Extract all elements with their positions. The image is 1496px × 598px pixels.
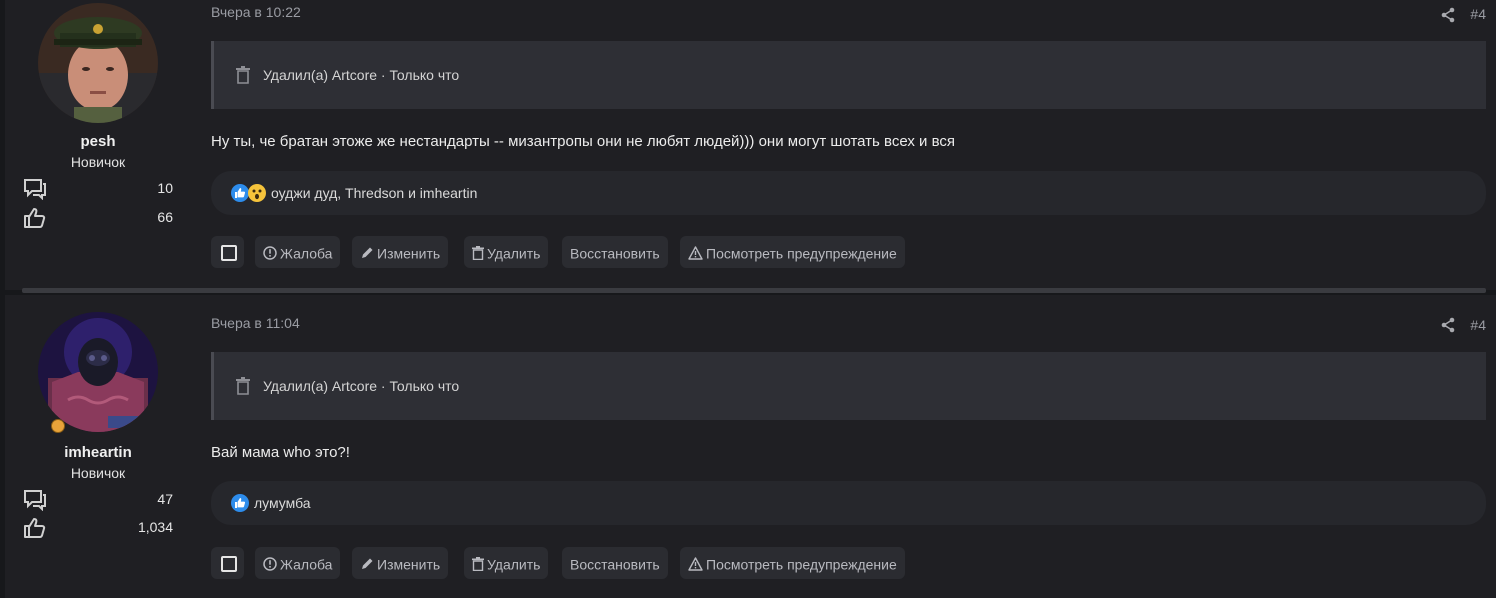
deleted-notice: Удалил(а) Artcore · Только что bbox=[211, 352, 1486, 420]
restore-button[interactable]: Восстановить bbox=[562, 547, 668, 579]
report-icon bbox=[263, 246, 277, 261]
report-button[interactable]: Жалоба bbox=[255, 547, 341, 579]
messages-count: 47 bbox=[157, 491, 173, 507]
warning-icon bbox=[688, 246, 703, 260]
post-actions: Жалоба Изменить Удалить Восстановить Пос… bbox=[211, 236, 931, 268]
reactions-count: 66 bbox=[157, 209, 173, 225]
messages-stat: 10 bbox=[23, 178, 173, 200]
post-time[interactable]: Вчера в 10:22 bbox=[211, 4, 301, 20]
trash-icon bbox=[236, 66, 250, 84]
trash-icon bbox=[472, 246, 484, 261]
reactions-users[interactable]: оуджи дуд, Thredson и imheartin bbox=[271, 185, 477, 201]
like-icon bbox=[231, 494, 249, 512]
edit-button[interactable]: Изменить bbox=[352, 236, 449, 268]
user-rank: Новичок bbox=[70, 465, 126, 481]
user-info: pesh Новичок 10 66 bbox=[5, 0, 195, 290]
messages-stat: 47 bbox=[23, 489, 173, 511]
post-time[interactable]: Вчера в 11:04 bbox=[211, 315, 300, 331]
post-number[interactable]: #4 bbox=[1470, 6, 1486, 22]
messages-icon bbox=[24, 490, 46, 511]
messages-icon bbox=[24, 179, 46, 200]
view-warning-button[interactable]: Посмотреть предупреждение bbox=[680, 236, 905, 268]
deleted-notice: Удалил(а) Artcore · Только что bbox=[211, 41, 1486, 109]
delete-button[interactable]: Удалить bbox=[464, 547, 549, 579]
avatar[interactable] bbox=[38, 3, 158, 123]
thumbs-up-icon bbox=[24, 518, 46, 538]
post-content: Вчера в 10:22 #4 Удалил(а) Artcore · Тол… bbox=[211, 0, 1496, 290]
post-content: Вчера в 11:04 #4 Удалил(а) Artcore · Тол… bbox=[211, 295, 1496, 598]
medal-icon bbox=[51, 419, 65, 433]
wow-icon bbox=[248, 184, 266, 202]
pencil-icon bbox=[362, 558, 373, 570]
share-icon[interactable] bbox=[1440, 7, 1456, 23]
post: imheartin Новичок 47 1,034 Вчера в 11:04… bbox=[5, 295, 1496, 598]
trash-icon bbox=[236, 377, 250, 395]
thumbs-up-icon bbox=[24, 208, 46, 228]
select-checkbox[interactable] bbox=[211, 547, 244, 579]
reactions-stat: 1,034 bbox=[23, 517, 173, 539]
deleted-text: Удалил(а) Artcore · Только что bbox=[263, 378, 460, 394]
post-actions: Жалоба Изменить Удалить Восстановить Пос… bbox=[211, 547, 931, 579]
post-number[interactable]: #4 bbox=[1470, 317, 1486, 333]
post: pesh Новичок 10 66 Вчера в 10:22 #4 Удал… bbox=[5, 0, 1496, 290]
post-divider bbox=[22, 288, 1486, 293]
reactions-users[interactable]: лумумба bbox=[254, 495, 311, 511]
user-rank: Новичок bbox=[70, 154, 126, 170]
view-warning-button[interactable]: Посмотреть предупреждение bbox=[680, 547, 905, 579]
trash-icon bbox=[472, 557, 484, 572]
username[interactable]: pesh bbox=[5, 133, 191, 150]
deleted-text: Удалил(а) Artcore · Только что bbox=[263, 67, 460, 83]
report-icon bbox=[263, 557, 277, 572]
pencil-icon bbox=[362, 247, 373, 259]
messages-count: 10 bbox=[157, 180, 173, 196]
reactions-bar[interactable]: оуджи дуд, Thredson и imheartin bbox=[211, 171, 1486, 215]
edit-button[interactable]: Изменить bbox=[352, 547, 449, 579]
user-info: imheartin Новичок 47 1,034 bbox=[5, 295, 195, 598]
reactions-stat: 66 bbox=[23, 207, 173, 229]
warning-icon bbox=[688, 557, 703, 571]
restore-button[interactable]: Восстановить bbox=[562, 236, 668, 268]
like-icon bbox=[231, 184, 249, 202]
reactions-bar[interactable]: лумумба bbox=[211, 481, 1486, 525]
username[interactable]: imheartin bbox=[5, 444, 191, 461]
message-body: Ну ты, че братан этоже же нестандарты --… bbox=[211, 133, 955, 150]
select-checkbox[interactable] bbox=[211, 236, 244, 268]
share-icon[interactable] bbox=[1440, 317, 1456, 333]
reactions-count: 1,034 bbox=[137, 519, 173, 535]
report-button[interactable]: Жалоба bbox=[255, 236, 341, 268]
avatar[interactable] bbox=[38, 312, 158, 432]
message-body: Вай мама who это?! bbox=[211, 444, 350, 461]
delete-button[interactable]: Удалить bbox=[464, 236, 549, 268]
